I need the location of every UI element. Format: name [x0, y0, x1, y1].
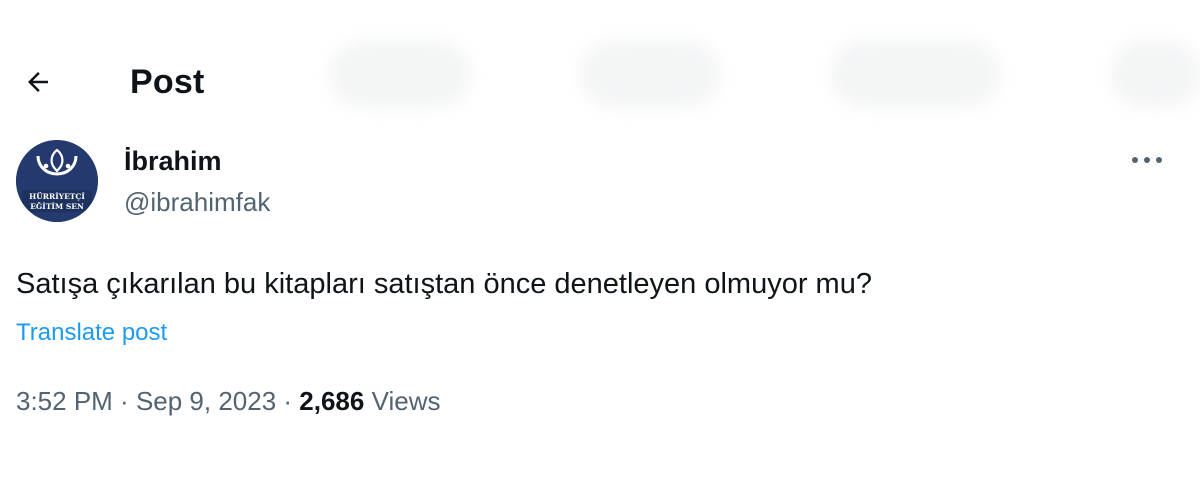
post-text: Satışa çıkarılan bu kitapları satıştan ö…: [16, 268, 872, 300]
post-time[interactable]: 3:52 PM: [16, 386, 113, 416]
more-horizontal-icon: [1132, 157, 1162, 163]
post-header: Post: [0, 50, 1200, 114]
more-options-button[interactable]: [1125, 140, 1169, 180]
meta-separator: ·: [276, 386, 300, 416]
avatar-logo-text-bottom: EĞİTİM SEN: [30, 202, 84, 211]
avatar-logo-text-top: HÜRRİYETÇİ: [29, 192, 85, 201]
views-label: Views: [364, 386, 441, 416]
user-display-name[interactable]: İbrahim: [124, 144, 222, 178]
translate-post-link[interactable]: Translate post: [16, 318, 167, 348]
back-button[interactable]: [14, 60, 62, 104]
views-count: 2,686: [299, 386, 365, 416]
post-metadata: 3:52 PM · Sep 9, 2023 · 2,686 Views: [16, 384, 440, 418]
user-handle[interactable]: @ibrahimfak: [124, 186, 270, 218]
arrow-left-icon: [28, 72, 48, 92]
avatar[interactable]: HÜRRİYETÇİ EĞİTİM SEN: [16, 140, 98, 222]
avatar-logo: HÜRRİYETÇİ EĞİTİM SEN: [16, 140, 98, 222]
page-title: Post: [130, 63, 205, 101]
post-date[interactable]: Sep 9, 2023: [136, 386, 276, 416]
meta-separator: ·: [112, 386, 136, 416]
post-page: Post HÜRRİYETÇİ EĞİTİM SEN İbrahim @ibra…: [0, 0, 1200, 500]
